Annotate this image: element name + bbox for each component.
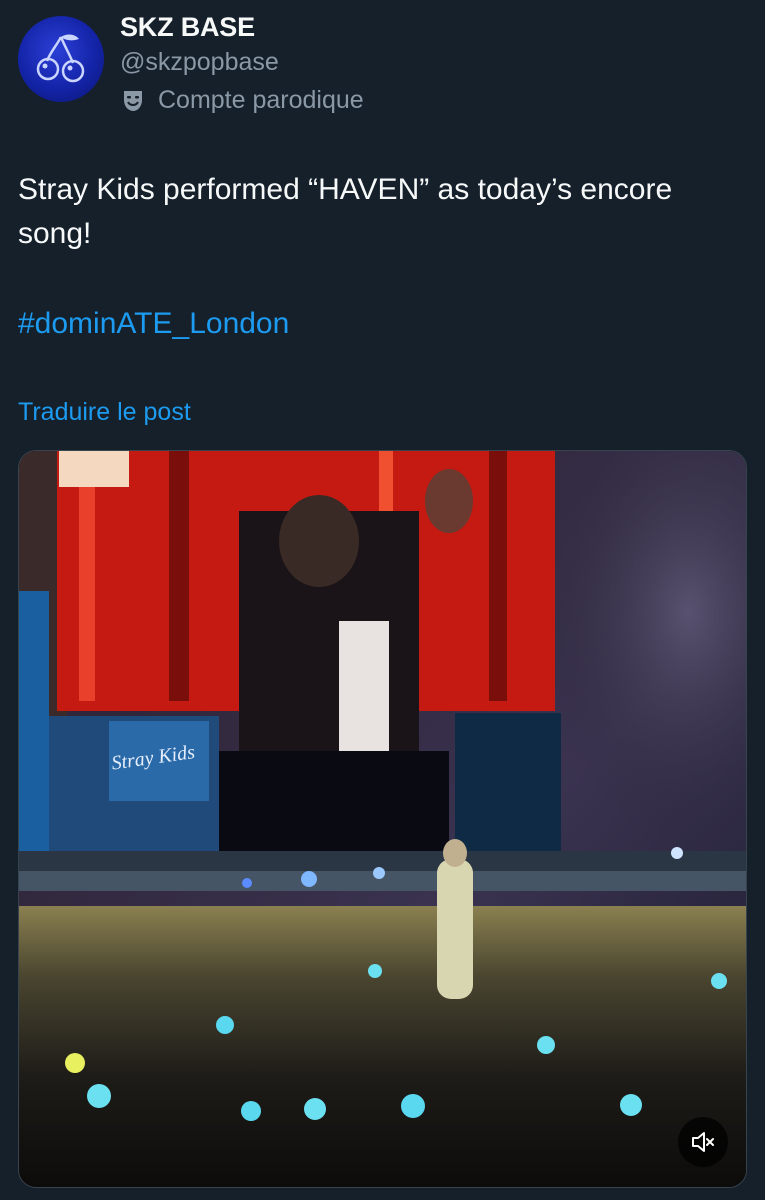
parody-account-label: Compte parodique	[120, 86, 364, 115]
tweet-text: Stray Kids performed “HAVEN” as today’s …	[18, 173, 673, 250]
theater-mask-icon	[120, 88, 146, 114]
avatar[interactable]	[18, 16, 104, 102]
parody-label-text: Compte parodique	[158, 86, 364, 114]
cherries-icon	[36, 34, 85, 83]
mute-toggle-button[interactable]	[678, 1117, 728, 1167]
hashtag-link[interactable]: #dominATE_London	[18, 302, 289, 346]
user-handle[interactable]: @skzpopbase	[120, 48, 279, 77]
concert-video-frame: Stray Kids	[19, 451, 746, 1187]
video-player[interactable]: Stray Kids	[18, 450, 747, 1188]
display-name[interactable]: SKZ BASE	[120, 12, 255, 43]
translate-post-link[interactable]: Traduire le post	[18, 398, 191, 427]
speaker-muted-icon	[692, 1132, 714, 1152]
